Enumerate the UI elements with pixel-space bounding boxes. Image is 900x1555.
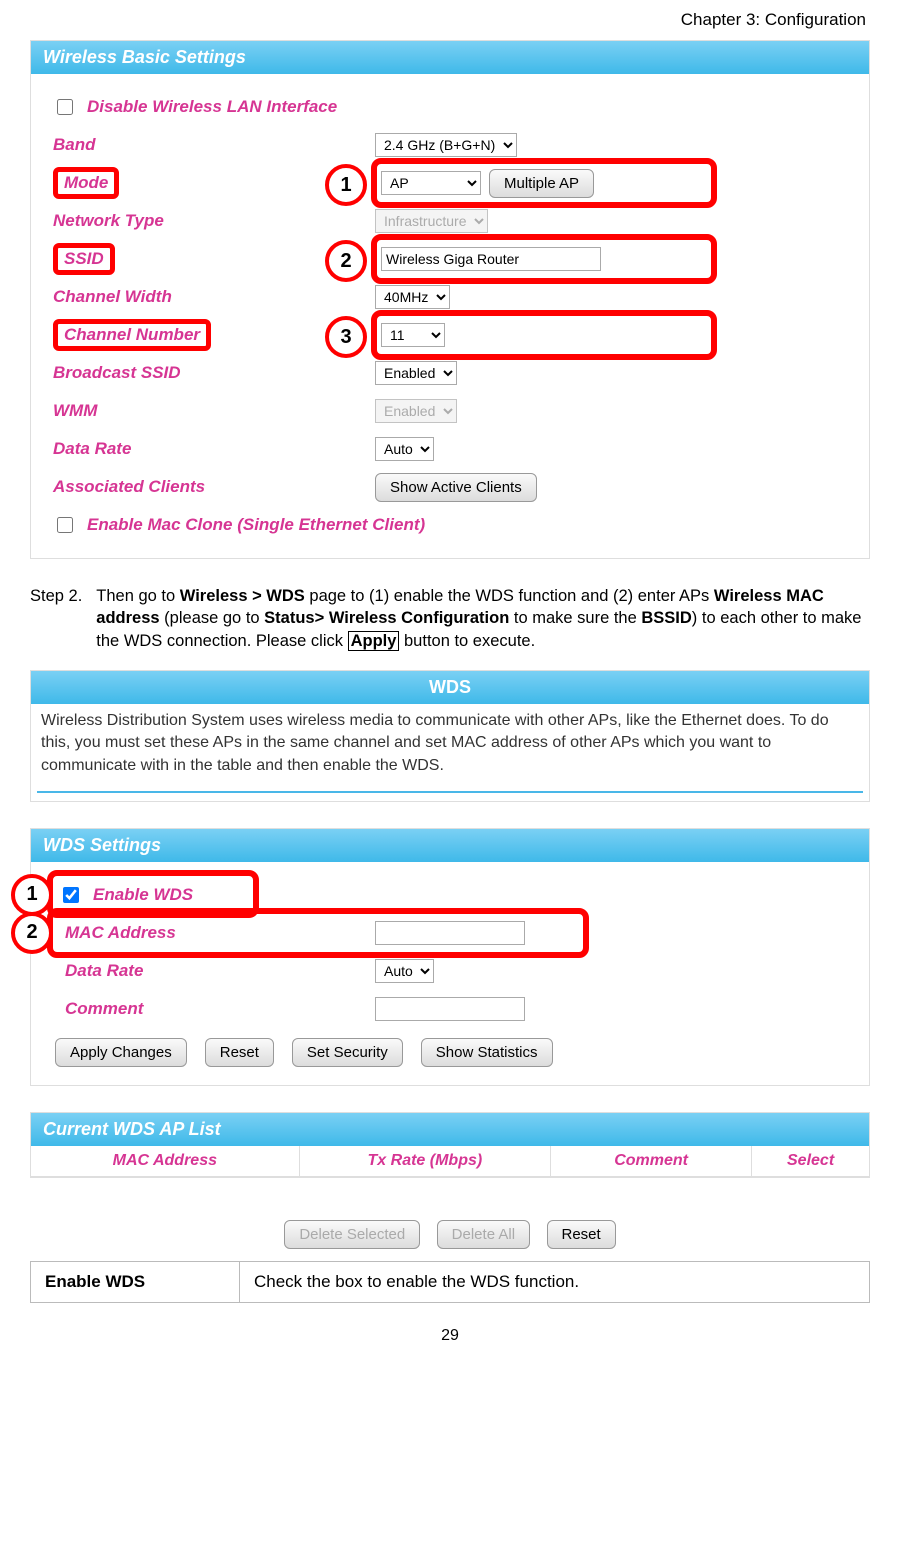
ap-list-title: Current WDS AP List xyxy=(31,1113,869,1146)
callout-w1: 1 xyxy=(11,874,53,916)
wmm-select: Enabled xyxy=(375,399,457,423)
mac-address-input[interactable] xyxy=(375,921,525,945)
mac-clone-checkbox[interactable] xyxy=(57,517,73,533)
panel-title: Wireless Basic Settings xyxy=(31,41,869,74)
band-select[interactable]: 2.4 GHz (B+G+N) xyxy=(375,133,517,157)
comment-label: Comment xyxy=(65,999,143,1018)
wds-data-rate-label: Data Rate xyxy=(65,961,143,980)
assoc-clients-label: Associated Clients xyxy=(53,477,205,496)
ap-list-button-row: Delete Selected Delete All Reset xyxy=(30,1204,870,1257)
step-label: Step 2. xyxy=(30,585,82,652)
col-tx: Tx Rate (Mbps) xyxy=(299,1146,550,1177)
col-comment: Comment xyxy=(551,1146,752,1177)
callout-w2: 2 xyxy=(11,912,53,954)
broadcast-ssid-label: Broadcast SSID xyxy=(53,363,181,382)
channel-width-label: Channel Width xyxy=(53,287,172,306)
mode-select[interactable]: AP xyxy=(381,171,481,195)
chapter-header: Chapter 3: Configuration xyxy=(30,10,870,30)
show-active-clients-button[interactable]: Show Active Clients xyxy=(375,473,537,502)
data-rate-select[interactable]: Auto xyxy=(375,437,434,461)
disable-wlan-label: Disable Wireless LAN Interface xyxy=(87,97,337,117)
callout-1: 1 xyxy=(325,164,367,206)
current-wds-ap-list-panel: Current WDS AP List MAC Address Tx Rate … xyxy=(30,1112,870,1178)
channel-number-select[interactable]: 11 xyxy=(381,323,445,347)
reset-button[interactable]: Reset xyxy=(205,1038,274,1067)
channel-width-select[interactable]: 40MHz xyxy=(375,285,450,309)
mac-address-label: MAC Address xyxy=(65,923,176,942)
network-type-select: Infrastructure xyxy=(375,209,488,233)
delete-selected-button: Delete Selected xyxy=(284,1220,420,1249)
wds-title: WDS xyxy=(31,671,869,704)
explain-value: Check the box to enable the WDS function… xyxy=(240,1261,870,1302)
explain-table: Enable WDS Check the box to enable the W… xyxy=(30,1261,870,1303)
enable-wds-label: Enable WDS xyxy=(93,885,193,905)
network-type-label: Network Type xyxy=(53,211,164,230)
comment-input[interactable] xyxy=(375,997,525,1021)
ssid-input[interactable] xyxy=(381,247,601,271)
wds-header-panel: WDS Wireless Distribution System uses wi… xyxy=(30,670,870,802)
ssid-label: SSID xyxy=(53,243,115,275)
explain-key: Enable WDS xyxy=(31,1261,240,1302)
band-label: Band xyxy=(53,135,96,154)
data-rate-label: Data Rate xyxy=(53,439,131,458)
mode-label: Mode xyxy=(53,167,119,199)
list-reset-button[interactable]: Reset xyxy=(547,1220,616,1249)
col-select: Select xyxy=(752,1146,869,1177)
set-security-button[interactable]: Set Security xyxy=(292,1038,403,1067)
callout-2: 2 xyxy=(325,240,367,282)
show-statistics-button[interactable]: Show Statistics xyxy=(421,1038,553,1067)
ap-list-table: MAC Address Tx Rate (Mbps) Comment Selec… xyxy=(31,1146,869,1177)
delete-all-button: Delete All xyxy=(437,1220,530,1249)
wds-description: Wireless Distribution System uses wirele… xyxy=(31,704,869,777)
col-mac: MAC Address xyxy=(31,1146,299,1177)
disable-wlan-checkbox[interactable] xyxy=(57,99,73,115)
channel-number-label: Channel Number xyxy=(53,319,211,351)
apply-changes-button[interactable]: Apply Changes xyxy=(55,1038,187,1067)
wds-data-rate-select[interactable]: Auto xyxy=(375,959,434,983)
wmm-label: WMM xyxy=(53,401,97,420)
broadcast-ssid-select[interactable]: Enabled xyxy=(375,361,457,385)
step-2-block: Step 2. Then go to Wireless > WDS page t… xyxy=(30,585,870,652)
wds-settings-title: WDS Settings xyxy=(31,829,869,862)
wireless-basic-settings-panel: Wireless Basic Settings Disable Wireless… xyxy=(30,40,870,559)
mac-clone-label: Enable Mac Clone (Single Ethernet Client… xyxy=(87,515,425,535)
multiple-ap-button[interactable]: Multiple AP xyxy=(489,169,594,198)
step-text: Then go to Wireless > WDS page to (1) en… xyxy=(96,585,870,652)
callout-3: 3 xyxy=(325,316,367,358)
enable-wds-checkbox[interactable] xyxy=(63,887,79,903)
wds-settings-panel: WDS Settings 1 Enable WDS 2 MAC Address xyxy=(30,828,870,1086)
page-number: 29 xyxy=(30,1327,870,1345)
